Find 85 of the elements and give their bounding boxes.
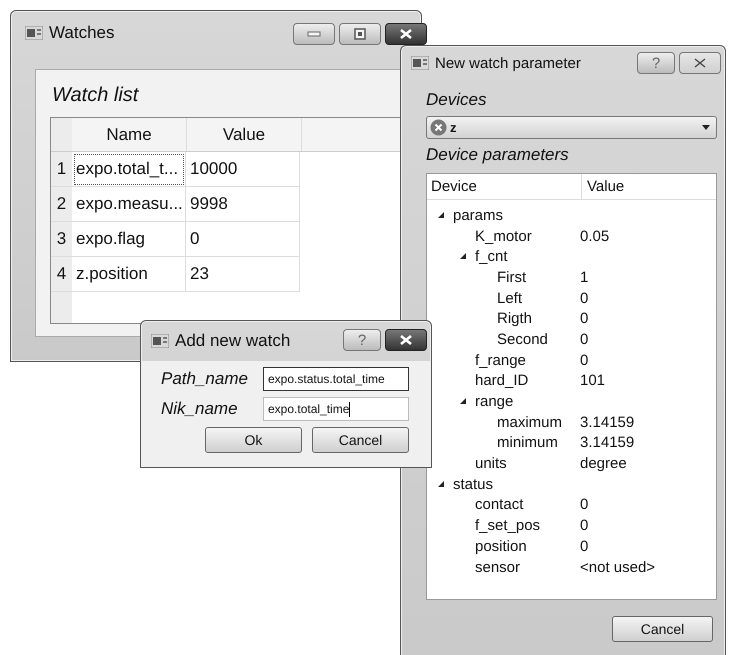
tree-value: 3.14159 (580, 414, 634, 431)
close-icon (400, 29, 412, 39)
row-header-strip (51, 292, 72, 323)
maximize-button[interactable] (339, 23, 381, 45)
tree-value: 0 (580, 310, 588, 328)
cancel-button[interactable]: Cancel (612, 616, 713, 642)
tree-item[interactable]: f_set_pos (475, 517, 540, 534)
expand-arrow-icon[interactable] (437, 480, 445, 488)
table-cell[interactable]: 9998 (186, 187, 300, 222)
tree-item[interactable]: sensor (475, 558, 520, 576)
tree-item[interactable]: minimum (497, 434, 558, 452)
tree-value: 0 (580, 352, 588, 369)
help-button[interactable]: ? (343, 329, 381, 351)
tree-item[interactable]: units (475, 455, 507, 472)
tree-value: 0 (580, 538, 588, 555)
tree-item[interactable]: f_cnt (475, 248, 508, 266)
tree-item[interactable]: Rigth (497, 310, 532, 328)
dropdown-arrow-icon (702, 125, 710, 130)
field-label: Nik_name (161, 399, 239, 419)
tree-item[interactable]: K_motor (475, 228, 532, 245)
section-label: Devices (426, 90, 488, 110)
window-icon (25, 26, 43, 40)
column-header[interactable]: Device (427, 174, 582, 199)
window-title: Add new watch (175, 331, 290, 351)
window-title: New watch parameter (435, 54, 581, 72)
expand-arrow-icon[interactable] (437, 210, 445, 219)
tree-value: 0 (580, 517, 588, 534)
table-cell[interactable]: 0 (186, 222, 300, 257)
input-field[interactable]: expo.total_time (263, 397, 409, 421)
tree-value: 3.14159 (580, 434, 634, 452)
column-header[interactable]: Name (72, 118, 187, 151)
maximize-icon (354, 28, 366, 40)
column-header[interactable]: Value (582, 174, 624, 199)
table-cell[interactable]: 23 (186, 257, 300, 292)
expand-arrow-icon[interactable] (459, 252, 467, 260)
row-number: 1 (51, 152, 72, 187)
tree-value: <not used> (580, 558, 656, 576)
tree-value: 0.05 (580, 228, 610, 245)
row-number: 3 (51, 222, 72, 257)
tree-item[interactable]: status (453, 476, 494, 493)
tree-item[interactable]: position (475, 538, 527, 555)
tree-value: 0 (580, 290, 588, 307)
close-button[interactable] (385, 329, 427, 351)
tree-item[interactable]: Second (497, 330, 548, 348)
tree-value: 0 (580, 330, 588, 348)
row-number: 4 (51, 257, 72, 292)
group-title: Watch list (52, 84, 140, 107)
close-icon (694, 58, 706, 68)
table-cell[interactable]: expo.measu... (72, 187, 186, 222)
tree-item[interactable]: contact (475, 496, 524, 514)
dialog-button[interactable]: Ok (205, 427, 302, 453)
tree-value: degree (580, 455, 627, 472)
error-icon (430, 119, 447, 136)
tree-item[interactable]: params (453, 206, 504, 224)
row-number: 2 (51, 187, 72, 222)
table-cell[interactable]: 10000 (186, 152, 300, 187)
tree-value: 1 (580, 268, 588, 286)
expand-arrow-icon[interactable] (459, 397, 467, 406)
table-cell[interactable]: z.position (72, 257, 186, 292)
input-field[interactable]: expo.status.total_time (263, 367, 409, 391)
tree-item[interactable]: First (497, 268, 526, 286)
window-icon (151, 334, 169, 348)
close-button[interactable] (679, 52, 721, 74)
column-header[interactable]: Value (187, 118, 302, 151)
close-icon (400, 335, 412, 345)
tree-item[interactable]: maximum (497, 414, 562, 431)
tree-item[interactable]: f_range (475, 352, 526, 369)
device-dropdown[interactable]: z (426, 116, 717, 139)
help-button[interactable]: ? (637, 52, 675, 74)
minimize-button[interactable] (293, 23, 335, 45)
text-cursor (349, 402, 350, 416)
tree-item[interactable]: Left (497, 290, 522, 307)
table-cell[interactable]: expo.total_t... (72, 152, 186, 187)
field-label: Path_name (161, 369, 249, 389)
close-button[interactable] (385, 23, 427, 45)
window-icon (411, 56, 429, 70)
window-title: Watches (49, 23, 115, 43)
section-label: Device parameters (426, 145, 570, 165)
minimize-icon (307, 31, 321, 37)
tree-item[interactable]: hard_ID (475, 372, 528, 390)
table-cell[interactable]: expo.flag (72, 222, 186, 257)
tree-value: 101 (580, 372, 606, 390)
tree-item[interactable]: range (475, 393, 514, 410)
dialog-button[interactable]: Cancel (312, 427, 409, 453)
tree-value: 0 (580, 496, 588, 514)
